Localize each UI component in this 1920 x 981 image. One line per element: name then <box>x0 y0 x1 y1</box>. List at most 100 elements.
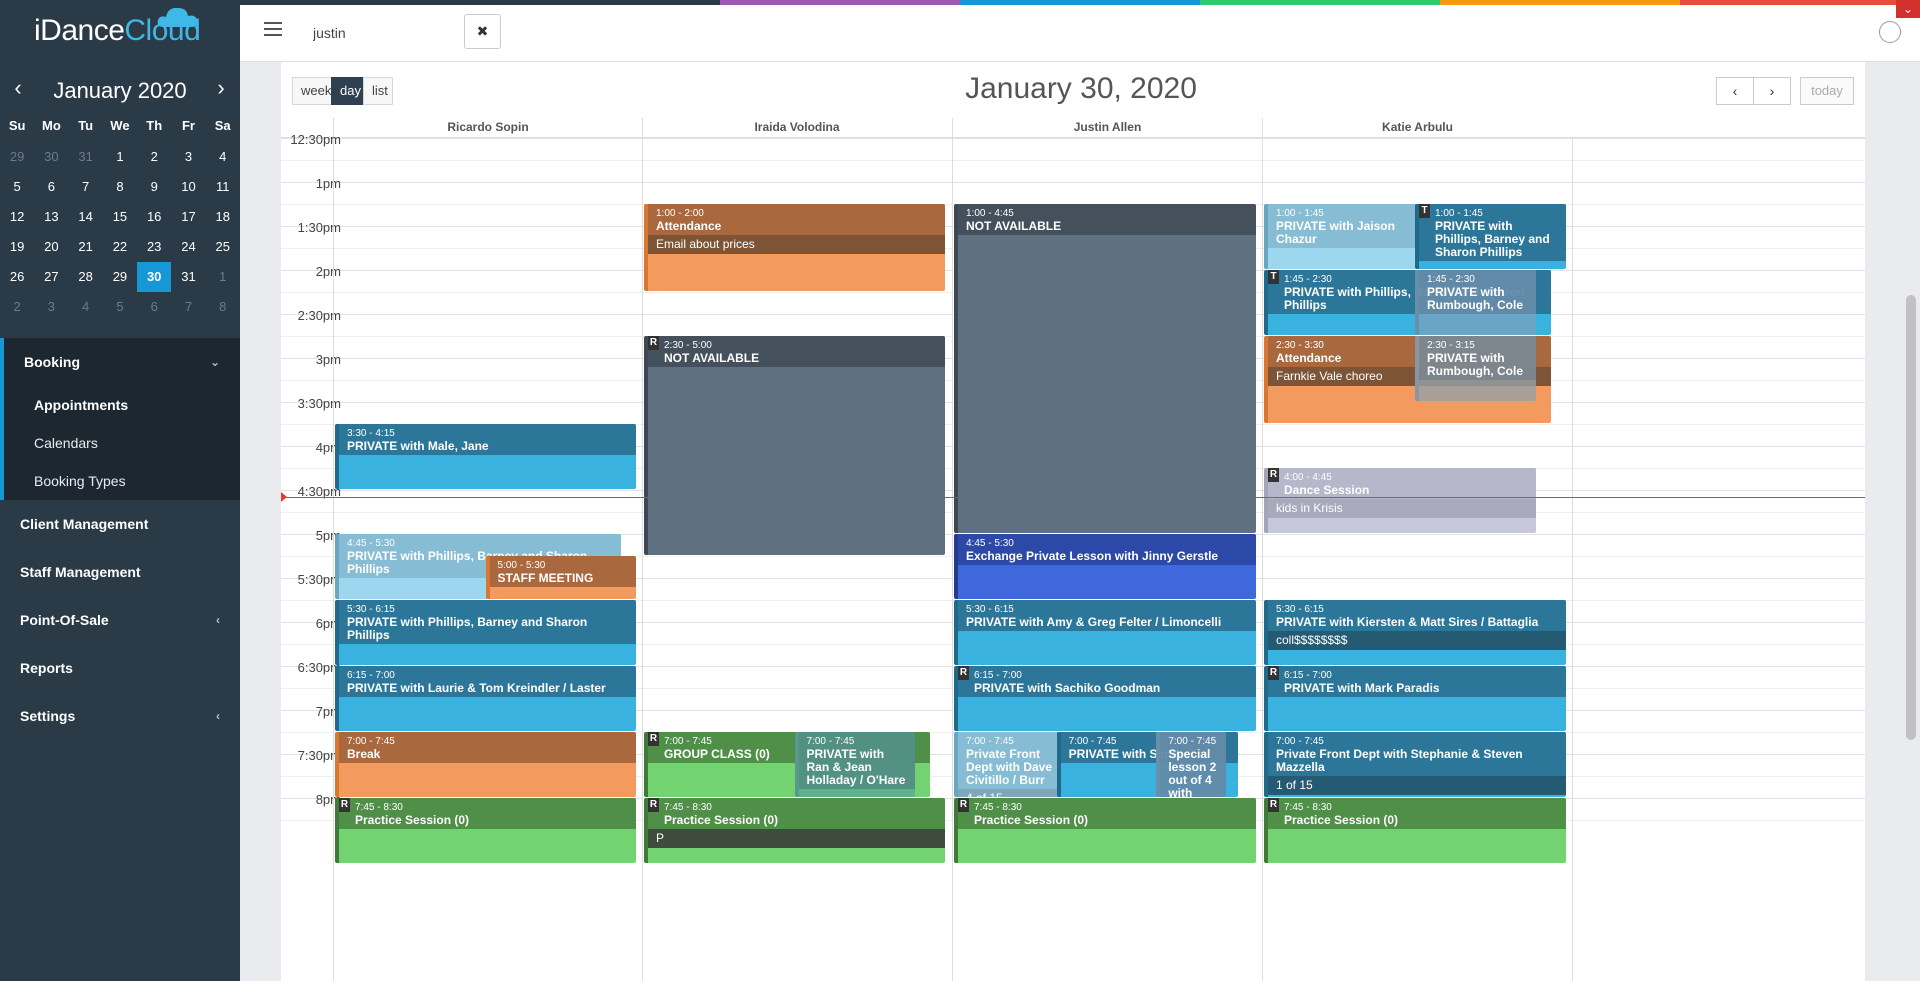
calendar-event[interactable]: 5:00 - 5:30 STAFF MEETING <box>485 556 636 599</box>
calendar-event[interactable]: 6:15 - 7:00 PRIVATE with Laurie & Tom Kre… <box>335 666 636 731</box>
view-day-button[interactable]: day <box>331 77 364 105</box>
mini-calendar-day[interactable]: 20 <box>34 232 68 262</box>
mini-calendar-day[interactable]: 9 <box>137 172 171 202</box>
calendar-event[interactable]: 7:00 - 7:45 Private Front Dept with Dave … <box>954 732 1060 797</box>
nav-item-reports[interactable]: Reports <box>0 644 240 692</box>
mini-calendar-day[interactable]: 5 <box>103 292 137 322</box>
mini-calendar-prev-button[interactable]: ‹ <box>8 77 28 100</box>
mini-calendar-day[interactable]: 12 <box>0 202 34 232</box>
mini-calendar-day[interactable]: 2 <box>0 292 34 322</box>
mini-calendar-day[interactable]: 23 <box>137 232 171 262</box>
event-header: 7:00 - 7:45 PRIVATE with Ran & Jean Holla… <box>798 732 915 789</box>
calendar-event[interactable]: 4:45 - 5:30 Exchange Private Lesson with … <box>954 534 1256 599</box>
mini-calendar-grid: Su Mo Tu We Th Fr Sa 29 30 31 1 2 3 4 5 6 7 8 9 10 11 12 13 14 1… <box>0 112 240 322</box>
mini-calendar-day[interactable]: 29 <box>0 142 34 172</box>
calendar-event[interactable]: 3:30 - 4:15 PRIVATE with Male, Jane <box>335 424 636 489</box>
mini-calendar-day[interactable]: 6 <box>137 292 171 322</box>
calendar-event[interactable]: 6:15 - 7:00 PRIVATE with Mark Paradis R <box>1264 666 1566 731</box>
event-badge: R <box>958 798 969 812</box>
calendar-event[interactable]: 7:00 - 7:45 Special lesson 2 out of 4 wit… <box>1156 732 1226 797</box>
event-header: 6:15 - 7:00 PRIVATE with Sachiko Goodman <box>958 666 1256 697</box>
mini-calendar-day[interactable]: 8 <box>206 292 240 322</box>
mini-calendar-day[interactable]: 24 <box>171 232 205 262</box>
nav-item-settings[interactable]: Settings ‹ <box>0 692 240 740</box>
chevron-down-icon[interactable]: ⌄ <box>1896 0 1920 18</box>
mini-calendar-day[interactable]: 29 <box>103 262 137 292</box>
calendar-event[interactable]: 1:00 - 1:45 PRIVATE with Jaison Chazur <box>1264 204 1431 269</box>
nav-item-calendars[interactable]: Calendars <box>4 424 240 462</box>
nav-item-point-of-sale[interactable]: Point-Of-Sale ‹ <box>0 596 240 644</box>
calendar-event[interactable]: 7:45 - 8:30 Practice Session (0) P R <box>644 798 945 863</box>
mini-calendar-day[interactable]: 3 <box>34 292 68 322</box>
client-search-input[interactable] <box>307 18 462 48</box>
calendar-event[interactable]: 7:45 - 8:30 Practice Session (0) R <box>954 798 1256 863</box>
mini-calendar-day[interactable]: 21 <box>69 232 103 262</box>
calendar-event[interactable]: 7:00 - 7:45 PRIVATE with Ran & Jean Holla… <box>794 732 915 797</box>
calendar-event[interactable]: 2:30 - 3:15 PRIVATE with Rumbough, Cole <box>1415 336 1536 401</box>
mini-calendar-day[interactable]: 28 <box>69 262 103 292</box>
mini-calendar-day[interactable]: 3 <box>171 142 205 172</box>
calendar-event[interactable]: 2:30 - 5:00 NOT AVAILABLE R <box>644 336 945 555</box>
mini-calendar-day[interactable]: 22 <box>103 232 137 262</box>
mini-calendar-day[interactable]: 2 <box>137 142 171 172</box>
mini-calendar-day[interactable]: 26 <box>0 262 34 292</box>
mini-calendar-day[interactable]: 14 <box>69 202 103 232</box>
mini-calendar-day[interactable]: 5 <box>0 172 34 202</box>
logo[interactable]: iDanceCloud <box>0 0 240 58</box>
weekday-label: Mo <box>42 118 61 133</box>
calendar-event[interactable]: 5:30 - 6:15 PRIVATE with Amy & Greg Felte… <box>954 600 1256 665</box>
page-scrollbar[interactable] <box>1906 295 1916 740</box>
mini-calendar-day[interactable]: 4 <box>69 292 103 322</box>
next-day-button[interactable]: › <box>1753 77 1791 105</box>
calendar-event[interactable]: 1:00 - 4:45 NOT AVAILABLE <box>954 204 1256 533</box>
calendar-event[interactable]: 7:45 - 8:30 Practice Session (0) R <box>335 798 636 863</box>
mini-calendar-next-button[interactable]: › <box>211 77 231 100</box>
view-list-button[interactable]: list <box>363 77 393 105</box>
calendar-event[interactable]: 6:15 - 7:00 PRIVATE with Sachiko Goodman R <box>954 666 1256 731</box>
mini-calendar-day[interactable]: 13 <box>34 202 68 232</box>
calendar-event[interactable]: 5:30 - 6:15 PRIVATE with Kiersten & Matt … <box>1264 600 1566 665</box>
mini-calendar-day[interactable]: 1 <box>206 262 240 292</box>
calendar-event[interactable]: 7:00 - 7:45 Break <box>335 732 636 797</box>
event-header: 7:00 - 7:45 Special lesson 2 out of 4 wit… <box>1160 732 1226 797</box>
menu-toggle-icon[interactable] <box>264 22 282 36</box>
mini-calendar-day[interactable]: 15 <box>103 202 137 232</box>
mini-calendar-day[interactable]: 1 <box>103 142 137 172</box>
calendar-event[interactable]: 1:45 - 2:30 PRIVATE with Rumbough, Cole <box>1415 270 1536 335</box>
mini-calendar-day[interactable]: 30 <box>34 142 68 172</box>
mini-calendar-day[interactable]: 17 <box>171 202 205 232</box>
mini-calendar-day[interactable]: 10 <box>171 172 205 202</box>
view-week-button[interactable]: week <box>292 77 332 105</box>
today-button[interactable]: today <box>1800 77 1854 105</box>
clear-search-button[interactable]: ✖ <box>464 14 501 49</box>
prev-day-button[interactable]: ‹ <box>1716 77 1754 105</box>
mini-calendar-day[interactable]: 16 <box>137 202 171 232</box>
nav-item-label: Reports <box>20 660 73 676</box>
mini-calendar-day[interactable]: 19 <box>0 232 34 262</box>
calendar-event[interactable]: 1:00 - 2:00 Attendance Email about prices <box>644 204 945 291</box>
mini-calendar-day[interactable]: 7 <box>171 292 205 322</box>
mini-calendar-day[interactable]: 31 <box>171 262 205 292</box>
nav-item-client-management[interactable]: Client Management <box>0 500 240 548</box>
nav-item-staff-management[interactable]: Staff Management <box>0 548 240 596</box>
mini-calendar-day[interactable]: 31 <box>69 142 103 172</box>
user-icon[interactable] <box>1879 21 1901 43</box>
mini-calendar-day[interactable]: 4 <box>206 142 240 172</box>
mini-calendar-day[interactable]: 25 <box>206 232 240 262</box>
mini-calendar-day[interactable]: 8 <box>103 172 137 202</box>
nav-item-booking[interactable]: Booking ⌄ <box>4 338 240 386</box>
mini-calendar-day[interactable]: 30 <box>137 262 172 292</box>
nav-item-appointments[interactable]: Appointments <box>4 386 240 424</box>
calendar-event[interactable]: 7:00 - 7:45 Private Front Dept with Steph… <box>1264 732 1566 797</box>
mini-calendar-day[interactable]: 7 <box>69 172 103 202</box>
mini-calendar-day[interactable]: 6 <box>34 172 68 202</box>
mini-calendar-day[interactable]: 18 <box>206 202 240 232</box>
calendar-event[interactable]: 5:30 - 6:15 PRIVATE with Phillips, Barney… <box>335 600 636 665</box>
calendar-event[interactable]: 4:00 - 4:45 Dance Session kids in Krisis R <box>1264 468 1536 533</box>
calendar-event[interactable]: 7:45 - 8:30 Practice Session (0) R <box>1264 798 1566 863</box>
mini-calendar-day[interactable]: 11 <box>206 172 240 202</box>
mini-calendar-day[interactable]: 27 <box>34 262 68 292</box>
calendar-event[interactable]: 1:00 - 1:45 PRIVATE with Phillips, Barney… <box>1415 204 1566 269</box>
nav-item-booking-types[interactable]: Booking Types <box>4 462 240 500</box>
time-label: 7:30pm <box>297 748 341 763</box>
